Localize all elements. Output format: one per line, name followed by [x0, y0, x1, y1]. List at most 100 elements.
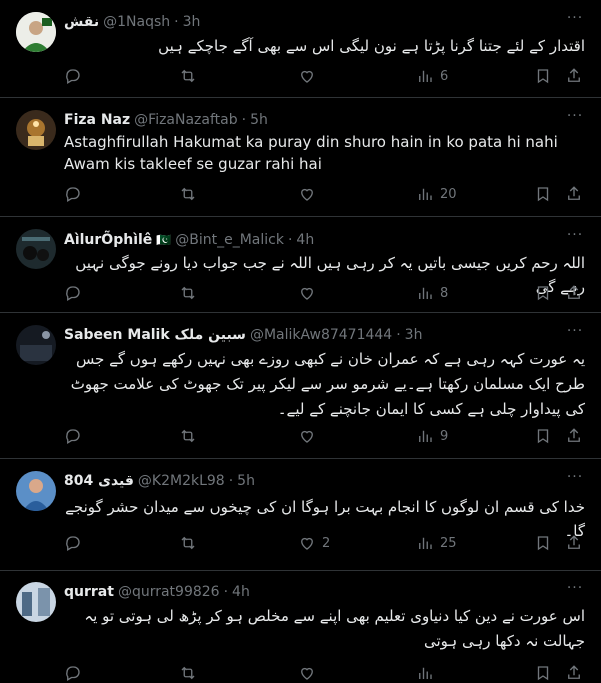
- separator-dot: ·: [174, 14, 179, 30]
- like-button[interactable]: [298, 283, 322, 303]
- more-options-icon[interactable]: ···: [565, 228, 585, 249]
- share-icon: [568, 68, 580, 82]
- avatar[interactable]: [16, 12, 56, 52]
- display-name[interactable]: 804 قیدی: [64, 473, 134, 489]
- retweet-icon: [181, 666, 195, 680]
- view-count: 20: [440, 186, 457, 202]
- bookmark-button[interactable]: [534, 184, 552, 204]
- separator-dot: ·: [396, 327, 401, 343]
- user-handle[interactable]: @MalikAw87471444: [250, 327, 392, 343]
- view-count: 8: [440, 285, 449, 301]
- more-options-icon[interactable]: ···: [565, 324, 585, 345]
- avatar-image: [16, 471, 56, 511]
- retweet-button[interactable]: [179, 66, 203, 86]
- views-button[interactable]: [416, 663, 440, 683]
- heart-icon: [301, 667, 313, 680]
- reply-button[interactable]: [64, 66, 88, 86]
- display-name[interactable]: AìlurÕphìlê: [64, 232, 152, 248]
- display-name[interactable]: Sabeen Malik سبین ملک: [64, 327, 246, 343]
- bookmark-button[interactable]: [534, 66, 552, 86]
- retweet-icon: [181, 187, 195, 201]
- bookmark-icon: [537, 666, 549, 681]
- more-options-icon[interactable]: ···: [565, 109, 585, 130]
- view-count: 25: [440, 535, 457, 551]
- like-button[interactable]: [298, 66, 322, 86]
- bookmark-button[interactable]: [534, 663, 552, 683]
- retweet-button[interactable]: [179, 426, 203, 446]
- tweet[interactable]: 804 قیدی @K2M2kL98 · 5h ··· خدا کی قسم ا…: [0, 459, 601, 571]
- views-button[interactable]: 9: [416, 426, 448, 446]
- avatar[interactable]: [16, 110, 56, 150]
- timestamp[interactable]: 4h: [296, 232, 314, 248]
- bookmark-button[interactable]: [534, 426, 552, 446]
- reply-button[interactable]: [64, 663, 88, 683]
- retweet-button[interactable]: [179, 533, 203, 553]
- avatar-image: [16, 325, 56, 365]
- user-handle[interactable]: @qurrat99826: [118, 584, 220, 600]
- timestamp[interactable]: 3h: [183, 14, 201, 30]
- avatar[interactable]: [16, 471, 56, 511]
- tweet[interactable]: AìlurÕphìlê 🇵🇰 @Bint_e_Malick · 4h ··· ا…: [0, 217, 601, 313]
- share-button[interactable]: [565, 184, 583, 204]
- tweet-header: نقش @1Naqsh · 3h: [64, 12, 561, 32]
- reply-button[interactable]: [64, 533, 88, 553]
- user-handle[interactable]: @FizaNazaftab: [134, 112, 237, 128]
- views-button[interactable]: 8: [416, 283, 448, 303]
- views-button[interactable]: 6: [416, 66, 448, 86]
- retweet-button[interactable]: [179, 283, 203, 303]
- share-button[interactable]: [565, 283, 583, 303]
- tweet[interactable]: qurrat @qurrat99826 · 4h ··· اس عورت نے …: [0, 571, 601, 681]
- share-button[interactable]: [565, 533, 583, 553]
- tweet[interactable]: Fiza Naz @FizaNazaftab · 5h ··· Astaghfi…: [0, 98, 601, 217]
- user-handle[interactable]: @K2M2kL98: [138, 473, 225, 489]
- tweet-text: اقتدار کے لئے جتنا گرنا پڑتا ہے نون لیگی…: [158, 37, 585, 55]
- analytics-icon: [419, 430, 432, 442]
- user-handle[interactable]: @Bint_e_Malick: [175, 232, 284, 248]
- display-name[interactable]: نقش: [64, 14, 99, 30]
- bookmark-button[interactable]: [534, 283, 552, 303]
- tweet-header: Sabeen Malik سبین ملک @MalikAw87471444 ·…: [64, 325, 561, 345]
- action-bar: 8: [64, 283, 585, 303]
- retweet-icon: [181, 69, 195, 83]
- share-button[interactable]: [565, 426, 583, 446]
- analytics-icon: [419, 667, 432, 679]
- avatar[interactable]: [16, 325, 56, 365]
- more-options-icon[interactable]: ···: [565, 581, 585, 602]
- analytics-icon: [419, 287, 432, 299]
- tweet-header: 804 قیدی @K2M2kL98 · 5h: [64, 471, 561, 491]
- tweet[interactable]: Sabeen Malik سبین ملک @MalikAw87471444 ·…: [0, 313, 601, 459]
- separator-dot: ·: [228, 473, 234, 489]
- share-button[interactable]: [565, 66, 583, 86]
- display-name[interactable]: Fiza Naz: [64, 112, 130, 128]
- share-button[interactable]: [565, 663, 583, 683]
- bookmark-button[interactable]: [534, 533, 552, 553]
- retweet-button[interactable]: [179, 184, 203, 204]
- view-count: 9: [440, 428, 449, 444]
- retweet-icon: [181, 286, 195, 300]
- like-button[interactable]: 2: [298, 533, 330, 553]
- avatar[interactable]: [16, 229, 56, 269]
- more-options-icon[interactable]: ···: [565, 11, 585, 32]
- timestamp[interactable]: 5h: [237, 473, 255, 489]
- action-bar: 20: [64, 184, 585, 204]
- avatar[interactable]: [16, 582, 56, 622]
- retweet-button[interactable]: [179, 663, 203, 683]
- timestamp[interactable]: 4h: [232, 584, 250, 600]
- timestamp[interactable]: 3h: [405, 327, 423, 343]
- reply-button[interactable]: [64, 184, 88, 204]
- display-name[interactable]: qurrat: [64, 584, 114, 600]
- views-button[interactable]: 20: [416, 184, 457, 204]
- timestamp[interactable]: 5h: [250, 112, 268, 128]
- user-handle[interactable]: @1Naqsh: [103, 14, 170, 30]
- reply-button[interactable]: [64, 426, 88, 446]
- tweet[interactable]: نقش @1Naqsh · 3h ··· اقتدار کے لئے جتنا …: [0, 0, 601, 98]
- like-button[interactable]: [298, 426, 322, 446]
- bookmark-icon: [537, 187, 549, 202]
- reply-button[interactable]: [64, 283, 88, 303]
- separator-dot: ·: [241, 112, 247, 128]
- analytics-icon: [419, 188, 432, 200]
- more-options-icon[interactable]: ···: [565, 470, 585, 491]
- like-button[interactable]: [298, 184, 322, 204]
- like-button[interactable]: [298, 663, 322, 683]
- views-button[interactable]: 25: [416, 533, 457, 553]
